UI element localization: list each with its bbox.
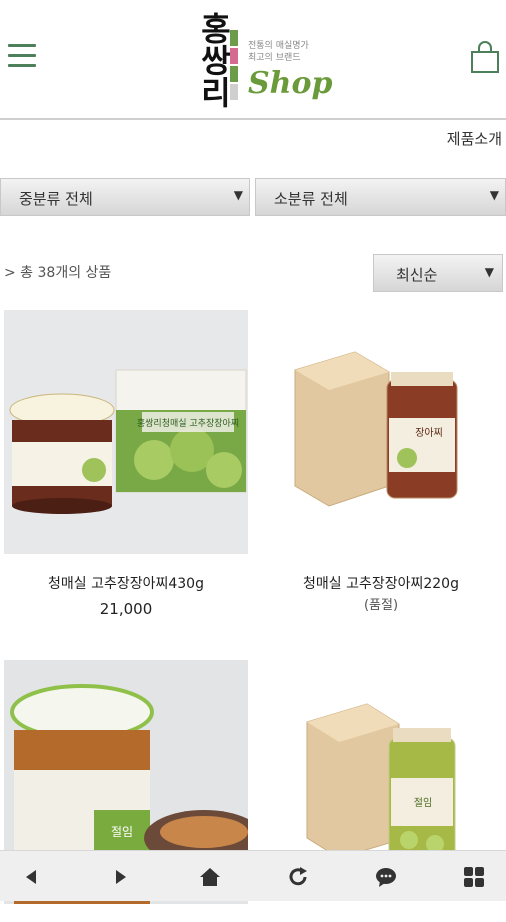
sort-select[interactable]: 최신순 ▼ (373, 254, 503, 292)
chat-icon[interactable] (374, 865, 398, 889)
product-name[interactable]: 청매실 고추장장아찌220g (259, 572, 503, 596)
product-card[interactable]: 홍쌍리청매실 고추장장아찌 청매실 고추장장아찌430g 21,000 (4, 310, 248, 622)
logo-color-stamp (230, 30, 238, 100)
product-card[interactable]: 장아찌 청매실 고추장장아찌220g (품절) (259, 310, 503, 616)
brand-logo[interactable]: 홍쌍리 전통의 매실명가 최고의 브랜드 Shop (190, 12, 333, 112)
product-count: > 총 38개의 상품 (4, 265, 112, 281)
mid-category-select[interactable]: 중분류 전체 ▼ (0, 178, 250, 216)
menu-icon[interactable] (8, 44, 36, 72)
back-icon[interactable] (20, 865, 44, 889)
app-header: 홍쌍리 전통의 매실명가 최고의 브랜드 Shop (0, 0, 506, 120)
svg-text:절임: 절임 (111, 825, 133, 839)
svg-text:홍쌍리청매실 고추장장아찌: 홍쌍리청매실 고추장장아찌 (137, 417, 239, 429)
grid-icon[interactable] (462, 865, 486, 889)
product-image[interactable]: 장아찌 (259, 310, 503, 554)
browser-bottom-bar (0, 850, 506, 901)
product-price: 21,000 (99, 600, 153, 618)
sold-out-note: (품절) (363, 598, 399, 613)
refresh-icon[interactable] (286, 865, 310, 889)
caret-down-icon: ▼ (233, 188, 243, 202)
caret-down-icon: ▼ (489, 188, 499, 202)
caret-down-icon: ▼ (484, 265, 494, 279)
breadcrumb[interactable]: 제품소개 (447, 128, 502, 149)
logo-shop-text: Shop (248, 66, 333, 101)
svg-text:절임: 절임 (414, 796, 432, 809)
logo-wordmark: 홍쌍리 (195, 12, 233, 108)
product-image[interactable]: 홍쌍리청매실 고추장장아찌 (4, 310, 248, 554)
svg-text:장아찌: 장아찌 (415, 427, 443, 439)
forward-icon[interactable] (108, 865, 132, 889)
home-icon[interactable] (198, 865, 222, 889)
sub-category-select[interactable]: 소분류 전체 ▼ (255, 178, 506, 216)
product-name[interactable]: 청매실 고추장장아찌430g (4, 572, 248, 596)
shopping-bag-icon[interactable] (470, 40, 500, 74)
logo-tagline: 전통의 매실명가 최고의 브랜드 (248, 41, 309, 63)
